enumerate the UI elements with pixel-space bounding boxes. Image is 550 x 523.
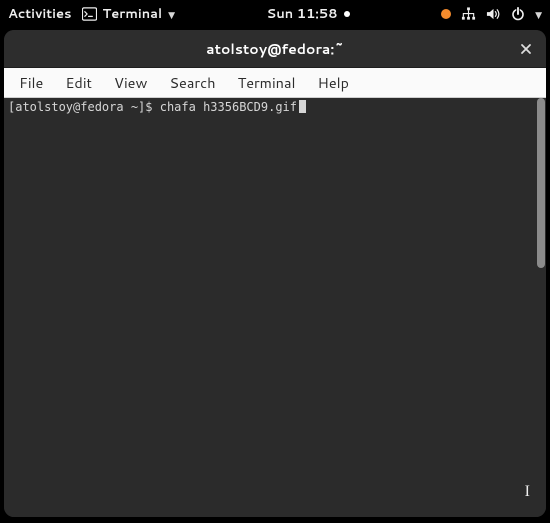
menu-terminal[interactable]: Terminal xyxy=(227,68,307,97)
activities-button[interactable]: Activities xyxy=(8,5,72,23)
chevron-down-icon: ▼ xyxy=(168,8,175,21)
menu-bar: File Edit View Search Terminal Help xyxy=(4,68,546,98)
clock[interactable]: Sun 11:58 xyxy=(267,5,338,23)
menu-view[interactable]: View xyxy=(103,68,158,97)
menu-edit[interactable]: Edit xyxy=(54,68,103,97)
current-app-indicator[interactable]: Terminal ▼ xyxy=(82,5,175,23)
terminal-content[interactable]: [atolstoy@fedora ~]$ chafa h3356BCD9.gif xyxy=(4,98,535,517)
text-cursor-icon xyxy=(299,100,306,113)
close-button[interactable] xyxy=(516,39,536,59)
menu-search[interactable]: Search xyxy=(158,68,226,97)
notification-dot-icon xyxy=(344,11,350,17)
gnome-top-bar: Activities Terminal ▼ Sun 11:58 xyxy=(0,0,550,28)
menu-file[interactable]: File xyxy=(8,68,54,97)
terminal-body: [atolstoy@fedora ~]$ chafa h3356BCD9.gif… xyxy=(4,98,546,517)
shell-prompt: [atolstoy@fedora ~]$ xyxy=(8,100,160,114)
window-title: atolstoy@fedora:~ xyxy=(206,39,344,59)
volume-icon[interactable] xyxy=(486,7,501,21)
close-icon xyxy=(520,43,532,55)
status-indicator-icon[interactable] xyxy=(441,9,451,19)
menu-help[interactable]: Help xyxy=(307,68,360,97)
shell-command: chafa h3356BCD9.gif xyxy=(160,100,297,114)
system-menu-chevron-icon[interactable]: ▼ xyxy=(535,8,542,21)
network-icon[interactable] xyxy=(461,7,476,21)
terminal-window: atolstoy@fedora:~ File Edit View Search … xyxy=(4,30,546,517)
terminal-icon xyxy=(82,7,97,21)
vertical-scrollbar[interactable] xyxy=(535,98,546,517)
power-icon[interactable] xyxy=(511,7,525,21)
scrollbar-thumb[interactable] xyxy=(537,98,545,268)
window-titlebar[interactable]: atolstoy@fedora:~ xyxy=(4,30,546,68)
current-app-label: Terminal xyxy=(103,5,163,23)
